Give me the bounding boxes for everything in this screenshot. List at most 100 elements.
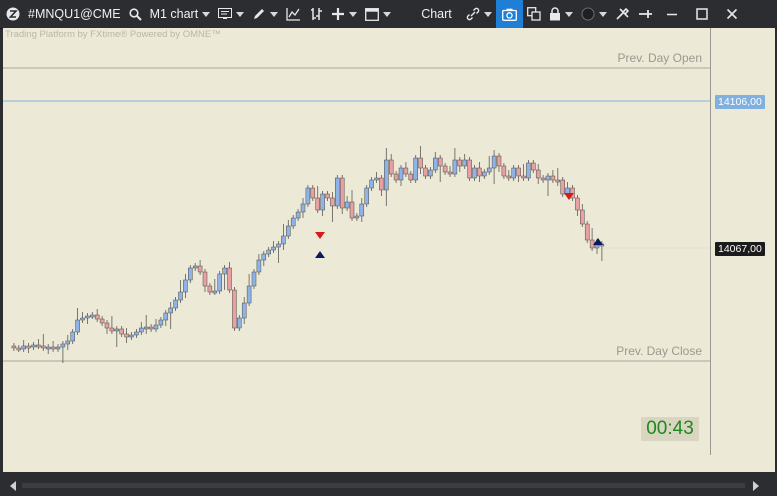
bear-candle (310, 187, 316, 199)
bear-candle (457, 159, 463, 167)
minimize-button[interactable] (657, 0, 687, 28)
chevron-down-icon (202, 11, 211, 17)
indicators-button[interactable] (214, 0, 248, 28)
symbol-selector[interactable]: #MNQU1@CME (24, 0, 125, 28)
bull-candle (369, 179, 374, 189)
app-logo-icon[interactable] (0, 0, 24, 28)
bull-candle (241, 302, 247, 319)
chart-menu[interactable]: Chart (395, 0, 462, 28)
current-price-tag: 14067,00 (715, 242, 765, 256)
bull-candle (300, 203, 306, 213)
close-button[interactable] (717, 0, 747, 28)
tools-icon (616, 7, 629, 20)
bull-candle (31, 344, 36, 348)
bull-candle (486, 167, 492, 173)
bull-candle (295, 211, 301, 219)
search-icon[interactable] (125, 0, 146, 28)
scroll-left-icon[interactable] (10, 481, 16, 491)
bull-candle (384, 159, 389, 191)
bear-candle (227, 267, 232, 291)
window-layout-button[interactable] (361, 0, 395, 28)
chart-canvas[interactable]: Trading Platform by FXtime® Powered by O… (3, 28, 775, 472)
bear-candle (442, 165, 448, 173)
bull-candle (168, 307, 173, 314)
bear-candle (589, 239, 595, 249)
bear-candle (560, 179, 565, 195)
bear-candle (148, 326, 154, 330)
bear-candle (36, 344, 41, 348)
price-plot[interactable]: Trading Platform by FXtime® Powered by O… (3, 28, 710, 455)
bull-candle (60, 343, 66, 348)
bull-candle (545, 175, 551, 181)
bull-candle (413, 157, 418, 181)
bear-candle (330, 197, 335, 207)
horizontal-scrollbar[interactable] (0, 475, 777, 496)
bull-candle (462, 159, 467, 167)
bear-candle (16, 347, 22, 351)
scroll-track[interactable] (22, 483, 745, 488)
plus-icon (332, 8, 345, 20)
bear-candle (516, 167, 521, 177)
add-object-button[interactable] (327, 0, 361, 28)
bull-candle (217, 273, 222, 292)
duplicate-window-button[interactable] (523, 0, 545, 28)
pin-button[interactable] (634, 0, 657, 28)
tools-button[interactable] (611, 0, 634, 28)
chart-toolbar: #MNQU1@CME M1 chart Chart (0, 0, 777, 29)
bull-candle (158, 319, 164, 326)
bull-candle (80, 317, 85, 321)
bear-candle (535, 169, 541, 179)
bear-candle (41, 345, 46, 349)
bull-candle (261, 253, 267, 261)
line-chart-button[interactable] (282, 0, 305, 28)
bear-candle (575, 197, 580, 211)
bull-candle (428, 169, 433, 177)
link-button[interactable] (462, 0, 496, 28)
bull-candle (70, 331, 75, 342)
screenshot-button[interactable] (495, 0, 523, 28)
bar-type-button[interactable] (305, 0, 327, 28)
bull-candle (90, 314, 95, 318)
bear-candle (339, 177, 345, 209)
link-icon (466, 7, 480, 21)
color-button[interactable] (577, 0, 611, 28)
bull-candle (286, 225, 291, 237)
scroll-right-icon[interactable] (753, 481, 759, 491)
bear-candle (124, 333, 129, 338)
bear-candle (26, 345, 31, 349)
timeframe-selector[interactable]: M1 chart (146, 0, 215, 28)
bull-candle (320, 193, 325, 211)
bull-candle (65, 340, 71, 345)
price-axis[interactable]: 14106,00 14067,00 (710, 28, 776, 455)
bull-candle (266, 249, 271, 255)
line-chart-icon (286, 8, 301, 21)
bull-candle (85, 315, 90, 319)
bear-candle (315, 197, 320, 211)
camera-icon (501, 8, 517, 21)
indicator-list-icon (218, 8, 233, 19)
bull-candle (305, 187, 311, 205)
bar-chart-icon (311, 8, 323, 20)
bull-candle (178, 291, 183, 301)
symbol-label: #MNQU1@CME (28, 7, 121, 21)
bull-candle (511, 167, 516, 179)
close-icon (726, 8, 737, 20)
bear-candle (423, 167, 428, 177)
bear-candle (418, 157, 423, 169)
lock-button[interactable] (545, 0, 577, 28)
bear-candle (521, 175, 526, 179)
prev-day-close-label: Prev. Day Close (616, 344, 702, 358)
bear-candle (119, 328, 124, 335)
drawing-tools-button[interactable] (248, 0, 282, 28)
bull-candle (212, 290, 218, 294)
chevron-down-icon (270, 11, 279, 17)
bear-candle (388, 159, 394, 175)
bull-candle (55, 346, 61, 350)
window-icon (365, 7, 380, 21)
minimize-icon (666, 13, 677, 16)
bear-candle (109, 327, 115, 332)
bear-candle (447, 171, 453, 175)
bull-candle (276, 243, 281, 248)
chevron-down-icon (383, 11, 392, 17)
maximize-button[interactable] (687, 0, 717, 28)
